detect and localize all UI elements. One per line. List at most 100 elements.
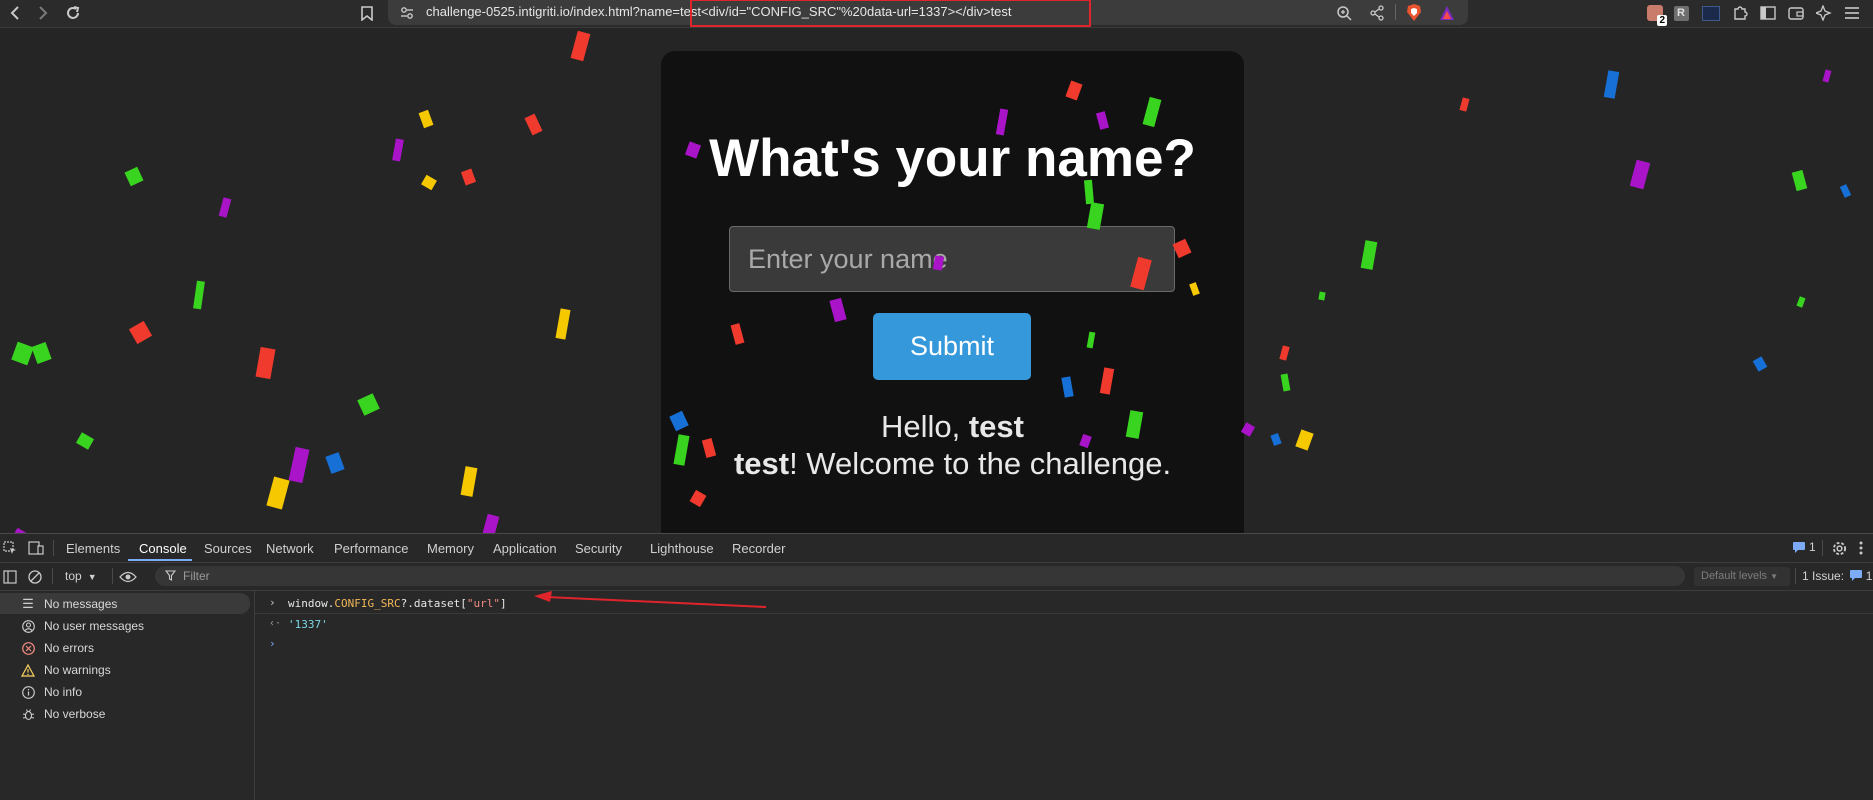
leo-ai-icon[interactable]	[1814, 2, 1834, 24]
brave-shield-icon[interactable]	[1404, 2, 1424, 24]
chevron-down-icon: ▼	[1770, 572, 1779, 581]
confetti-piece	[1603, 70, 1620, 99]
devtools-tabbar: Elements Console Sources Network Perform…	[0, 534, 1873, 563]
message-icon	[1793, 541, 1805, 553]
site-settings-icon[interactable]	[398, 2, 416, 24]
confetti-piece	[555, 308, 571, 340]
url-host: challenge-0525.intigriti.io	[426, 4, 570, 19]
greeting-suffix: ! Welcome to the challenge.	[789, 446, 1172, 481]
issues-header-indicator[interactable]: 1	[1793, 540, 1816, 554]
greeting-name-2: test	[733, 446, 790, 481]
confetti-piece	[1459, 97, 1470, 112]
sidebar-item-errors[interactable]: No errors	[0, 637, 250, 658]
context-label: top	[65, 569, 82, 583]
extension-badge-icon[interactable]: 2	[1644, 2, 1667, 26]
live-expression-eye-icon[interactable]	[118, 566, 138, 588]
tab-elements[interactable]: Elements	[66, 541, 120, 556]
back-icon[interactable]	[6, 2, 24, 24]
tab-lighthouse[interactable]: Lighthouse	[650, 541, 714, 556]
confetti-piece	[421, 174, 437, 191]
devtools-panel: Elements Console Sources Network Perform…	[0, 533, 1873, 800]
issues-counter[interactable]: 1 Issue: 1	[1802, 569, 1872, 583]
warning-icon	[20, 662, 36, 678]
bug-icon	[20, 706, 36, 722]
log-levels-label: Default levels	[1701, 570, 1768, 582]
brave-rewards-icon[interactable]	[1437, 2, 1457, 24]
prompt-chevron-icon: ›	[269, 637, 276, 650]
console-result-line: ‹· '1337'	[255, 614, 1873, 634]
challenge-card: What's your name? Submit Hello, test tes…	[661, 51, 1244, 533]
tab-recorder[interactable]: Recorder	[732, 541, 785, 556]
header-issue-count: 1	[1809, 540, 1816, 554]
confetti-piece	[288, 446, 310, 484]
tab-performance[interactable]: Performance	[334, 541, 408, 556]
sidebar-toggle-icon[interactable]	[1758, 2, 1778, 24]
extensions-puzzle-icon[interactable]	[1730, 2, 1750, 24]
list-icon: ☰	[22, 596, 34, 611]
cmd-key: "url"	[466, 597, 500, 610]
confetti-piece	[75, 432, 95, 450]
reload-icon[interactable]	[62, 2, 84, 24]
sidebar-item-label: No info	[44, 685, 83, 699]
bookmark-icon[interactable]	[357, 2, 377, 24]
sidebar-item-verbose[interactable]: No verbose	[0, 703, 250, 724]
error-icon	[20, 640, 36, 656]
clear-console-icon[interactable]	[27, 566, 43, 588]
forward-icon[interactable]	[34, 2, 52, 24]
separator	[112, 568, 113, 584]
extension-r-icon[interactable]: R	[1672, 2, 1690, 24]
confetti-piece	[193, 280, 205, 310]
address-bar[interactable]: challenge-0525.intigriti.io/index.html?n…	[388, 0, 1468, 27]
zoom-icon[interactable]	[1334, 2, 1354, 24]
filter-input[interactable]: Filter	[155, 566, 1685, 586]
extension-dark-icon[interactable]	[1700, 2, 1722, 24]
sidebar-item-warnings[interactable]: No warnings	[0, 659, 250, 680]
confetti-piece	[218, 197, 232, 218]
confetti-piece	[1280, 373, 1291, 392]
tab-sources[interactable]: Sources	[204, 541, 252, 556]
cmd-prefix: window.	[288, 597, 335, 610]
confetti-piece	[11, 341, 34, 366]
context-selector[interactable]: top ▼	[65, 569, 97, 583]
tab-network[interactable]: Network	[266, 541, 314, 556]
confetti-piece	[357, 393, 380, 416]
device-toolbar-icon[interactable]	[27, 537, 45, 559]
sidebar-toggle-icon[interactable]	[2, 566, 18, 588]
confetti-piece	[1839, 184, 1852, 198]
share-icon[interactable]	[1367, 2, 1387, 24]
sidebar-item-label: No warnings	[44, 663, 111, 677]
confetti-piece	[1318, 291, 1326, 301]
tab-memory[interactable]: Memory	[427, 541, 474, 556]
menu-icon[interactable]	[1842, 2, 1862, 24]
confetti-piece	[124, 166, 144, 187]
confetti-piece	[1295, 429, 1314, 451]
chevron-down-icon: ▼	[87, 572, 97, 582]
wallet-icon[interactable]	[1786, 2, 1806, 24]
cmd-mid: ?.dataset[	[400, 597, 467, 610]
confetti-piece	[1791, 169, 1808, 192]
log-levels-dropdown[interactable]: Default levels ▼	[1694, 567, 1790, 586]
more-options-icon[interactable]	[1854, 537, 1868, 559]
confetti-piece	[524, 113, 543, 136]
submit-button[interactable]: Submit	[873, 313, 1031, 380]
annotation-red-box	[690, 0, 1091, 27]
extension-badge-count: 2	[1657, 15, 1667, 26]
tab-console[interactable]: Console	[139, 541, 187, 556]
sidebar-item-messages[interactable]: ☰ No messages	[0, 593, 250, 614]
confetti-piece	[1629, 159, 1651, 190]
sidebar-item-info[interactable]: No info	[0, 681, 250, 702]
sidebar-item-label: No user messages	[44, 619, 145, 633]
tab-application[interactable]: Application	[493, 541, 557, 556]
settings-gear-icon[interactable]	[1830, 537, 1848, 559]
message-icon	[1850, 570, 1863, 581]
console-prompt-line[interactable]: ›	[255, 634, 1873, 654]
separator	[1822, 540, 1823, 556]
sidebar-item-label: No errors	[44, 641, 95, 655]
confetti-piece	[1822, 69, 1832, 83]
tab-security[interactable]: Security	[575, 541, 622, 556]
name-input[interactable]	[729, 226, 1175, 292]
console-output[interactable]: › window.CONFIG_SRC?.dataset["url"] ‹· '…	[255, 591, 1873, 800]
separator	[1795, 568, 1796, 584]
sidebar-item-user-messages[interactable]: No user messages	[0, 615, 250, 636]
inspect-element-icon[interactable]	[2, 537, 18, 559]
